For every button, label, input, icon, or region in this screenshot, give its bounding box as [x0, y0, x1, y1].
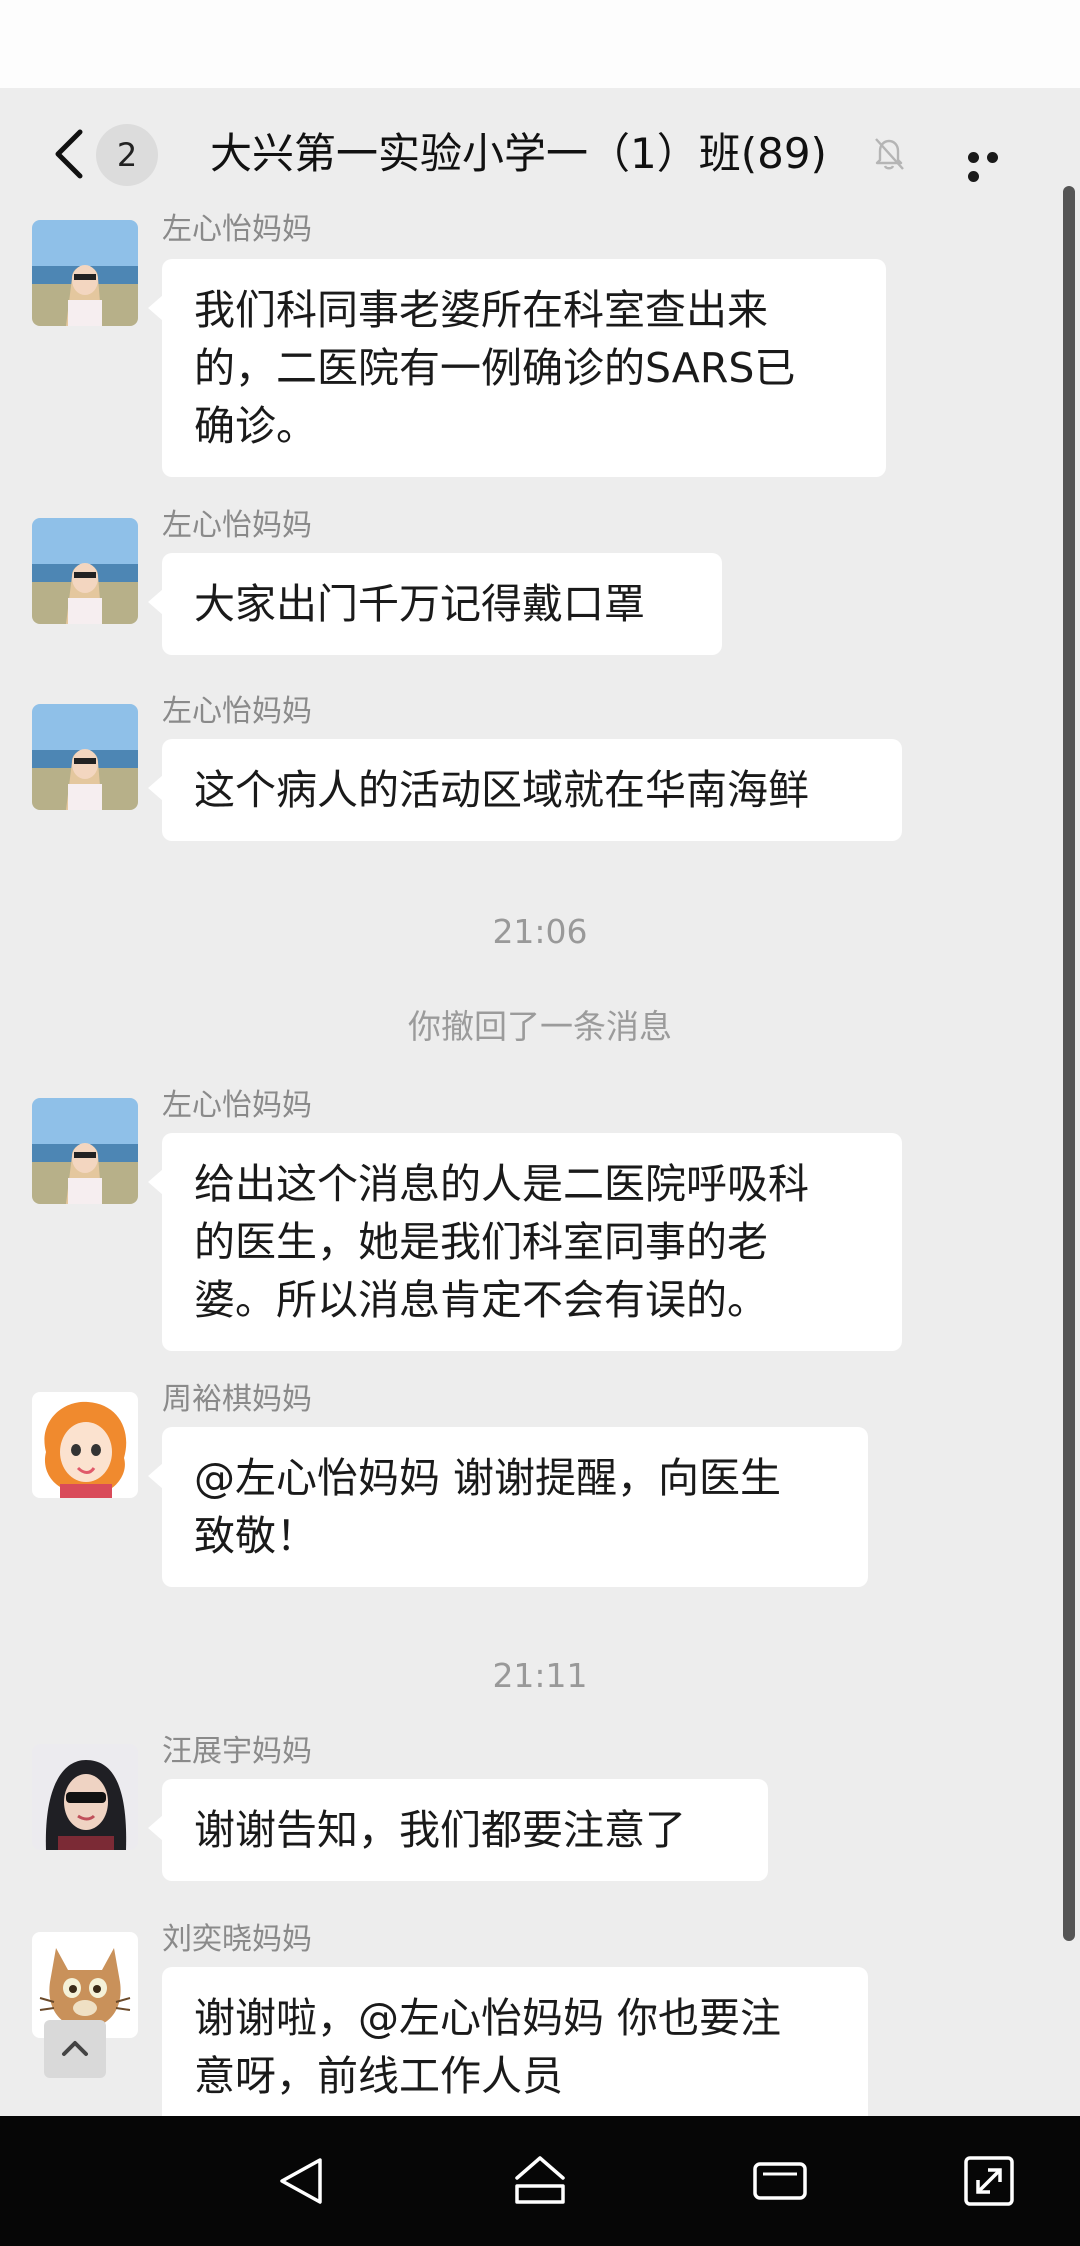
more-dots-icon[interactable] [968, 148, 1024, 182]
avatar[interactable] [32, 1392, 138, 1498]
system-navigation-bar [0, 2116, 1080, 2246]
sender-name: 周裕棋妈妈 [162, 1382, 312, 1417]
message-line: 给出这个消息的人是二医院呼吸科 [194, 1160, 809, 1208]
status-bar [0, 0, 1080, 88]
scroll-up-button[interactable] [44, 2020, 106, 2078]
avatar[interactable] [32, 220, 138, 326]
message-line: 我们科同事老婆所在科室查出来 [194, 286, 768, 334]
message-line: 的医生，她是我们科室同事的老 [194, 1218, 768, 1266]
message-line: @左心怡妈妈 谢谢提醒，向医生 [194, 1454, 782, 1502]
message-bubble[interactable]: 这个病人的活动区域就在华南海鲜 [148, 739, 902, 841]
sender-name: 左心怡妈妈 [162, 694, 312, 729]
group-title: 大兴第一实验小学一（1）班(89) [210, 129, 827, 178]
message-line: 谢谢告知，我们都要注意了 [194, 1806, 686, 1854]
message-bubble[interactable]: 我们科同事老婆所在科室查出来 的，二医院有一例确诊的SARS已 确诊。 [148, 259, 886, 477]
sender-name: 刘奕晓妈妈 [162, 1922, 312, 1957]
timestamp: 21:06 [492, 912, 588, 951]
screenshot-icon[interactable] [958, 2150, 1020, 2212]
message-bubble[interactable]: @左心怡妈妈 谢谢提醒，向医生 致敬！ [148, 1427, 868, 1587]
scrollbar[interactable] [1063, 186, 1075, 1941]
message-line: 婆。所以消息肯定不会有误的。 [194, 1276, 768, 1324]
title-bar: 2 大兴第一实验小学一（1）班(89) [0, 88, 1080, 216]
avatar[interactable] [32, 1744, 138, 1850]
avatar[interactable] [32, 518, 138, 624]
message-bubble[interactable]: 谢谢告知，我们都要注意了 [148, 1779, 768, 1881]
chevron-left-icon[interactable] [50, 128, 90, 180]
chat-screen: 2 大兴第一实验小学一（1）班(89) 左心怡妈妈 我们科同事老婆所在科室查出来… [0, 88, 1080, 2116]
recall-notice: 你撤回了一条消息 [408, 1007, 672, 1046]
sender-name: 左心怡妈妈 [162, 508, 312, 543]
back-triangle-icon[interactable] [270, 2150, 332, 2212]
chevron-up-icon [62, 2041, 88, 2056]
message-line: 意呀，前线工作人员 [194, 2052, 563, 2100]
avatar[interactable] [32, 704, 138, 810]
timestamp: 21:11 [492, 1656, 588, 1695]
message-bubble[interactable]: 谢谢啦，@左心怡妈妈 你也要注 意呀，前线工作人员 [162, 1967, 868, 2116]
unread-count-badge[interactable]: 2 [96, 124, 158, 186]
sender-name: 左心怡妈妈 [162, 1088, 312, 1123]
home-icon[interactable] [509, 2150, 571, 2212]
message-line: 谢谢啦，@左心怡妈妈 你也要注 [194, 1994, 782, 2042]
message-line: 这个病人的活动区域就在华南海鲜 [194, 766, 809, 814]
sender-name: 左心怡妈妈 [162, 212, 312, 247]
recents-icon[interactable] [749, 2150, 811, 2212]
sender-name: 汪展宇妈妈 [162, 1734, 312, 1769]
message-line: 致敬！ [194, 1512, 317, 1560]
bell-off-icon [875, 138, 904, 170]
message-line: 大家出门千万记得戴口罩 [194, 580, 645, 628]
message-bubble[interactable]: 大家出门千万记得戴口罩 [148, 553, 722, 655]
avatar[interactable] [32, 1098, 138, 1204]
message-line: 确诊。 [194, 402, 317, 450]
message-line: 的，二医院有一例确诊的SARS已 [194, 344, 796, 392]
message-list: 左心怡妈妈 我们科同事老婆所在科室查出来 的，二医院有一例确诊的SARS已 确诊… [0, 212, 1080, 2116]
message-bubble[interactable]: 给出这个消息的人是二医院呼吸科 的医生，她是我们科室同事的老 婆。所以消息肯定不… [148, 1133, 902, 1351]
